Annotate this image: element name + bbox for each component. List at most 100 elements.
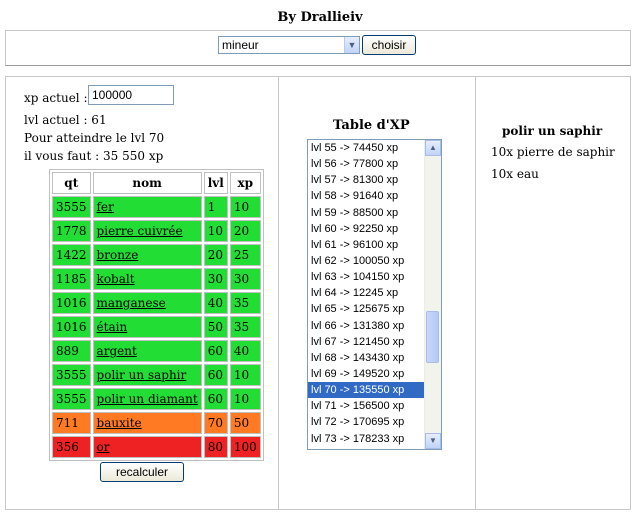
list-item[interactable]: lvl 61 -> 96100 xp: [308, 237, 441, 253]
list-scrollbar[interactable]: ▲ ▼: [424, 140, 441, 449]
cell-lvl: 60: [203, 340, 228, 362]
chevron-down-icon[interactable]: ▼: [344, 37, 359, 53]
cell-lvl: 60: [203, 364, 228, 386]
cell-lvl: 10: [203, 220, 228, 242]
ore-link[interactable]: étain: [97, 320, 128, 334]
list-item[interactable]: lvl 73 -> 178233 xp: [308, 431, 441, 447]
ore-link[interactable]: kobalt: [97, 272, 135, 286]
scroll-up-arrow-icon[interactable]: ▲: [425, 140, 441, 156]
recipe-ingredient: 10x eau: [491, 167, 539, 181]
cell-lvl: 20: [203, 244, 228, 266]
cell-lvl: 1: [203, 196, 228, 218]
ore-link[interactable]: bronze: [97, 248, 139, 262]
column-header-lvl: lvl: [203, 172, 228, 194]
page-title: By Drallieiv: [277, 10, 363, 25]
choisir-button[interactable]: choisir: [362, 35, 416, 55]
column-divider: [278, 77, 279, 509]
ore-link[interactable]: or: [97, 440, 110, 454]
cell-xp: 25: [229, 244, 261, 266]
list-item[interactable]: lvl 58 -> 91640 xp: [308, 188, 441, 204]
table-row: 3555 polir un saphir 60 10: [52, 364, 261, 386]
target-level-text: Pour atteindre le lvl 70: [24, 131, 165, 145]
list-item[interactable]: lvl 59 -> 88500 xp: [308, 205, 441, 221]
xp-table-title: Table d'XP: [333, 118, 410, 133]
list-item[interactable]: lvl 55 -> 74450 xp: [308, 140, 441, 156]
recipe-ingredient: 10x pierre de saphir: [491, 145, 615, 159]
cell-xp: 30: [229, 268, 261, 290]
column-header-nom: nom: [92, 172, 202, 194]
ore-link[interactable]: argent: [97, 344, 137, 358]
ore-link[interactable]: bauxite: [97, 416, 142, 430]
cell-nom[interactable]: polir un diamant: [92, 388, 202, 410]
table-row: 3555 polir un diamant 60 10: [52, 388, 261, 410]
list-item[interactable]: lvl 71 -> 156500 xp: [308, 398, 441, 414]
cell-qt: 1422: [52, 244, 91, 266]
cell-lvl: 70: [203, 412, 228, 434]
cell-xp: 10: [229, 196, 261, 218]
cell-xp: 20: [229, 220, 261, 242]
ore-link[interactable]: pierre cuivrée: [97, 224, 183, 238]
list-item[interactable]: lvl 56 -> 77800 xp: [308, 156, 441, 172]
cell-qt: 1185: [52, 268, 91, 290]
column-header-xp: xp: [229, 172, 261, 194]
list-item[interactable]: lvl 74 -> 156000 xp: [308, 447, 441, 450]
cell-nom[interactable]: bronze: [92, 244, 202, 266]
cell-xp: 50: [229, 412, 261, 434]
xp-input[interactable]: [88, 85, 174, 105]
cell-qt: 711: [52, 412, 91, 434]
list-item[interactable]: lvl 72 -> 170695 xp: [308, 414, 441, 430]
cell-nom[interactable]: or: [92, 436, 202, 458]
cell-qt: 889: [52, 340, 91, 362]
cell-nom[interactable]: kobalt: [92, 268, 202, 290]
cell-lvl: 60: [203, 388, 228, 410]
job-select[interactable]: mineur ▼: [218, 36, 360, 54]
table-row: 1016 manganese 40 35: [52, 292, 261, 314]
ore-link[interactable]: polir un diamant: [97, 392, 198, 406]
list-item[interactable]: lvl 63 -> 104150 xp: [308, 269, 441, 285]
cell-qt: 3555: [52, 388, 91, 410]
cell-qt: 356: [52, 436, 91, 458]
xp-needed-text: il vous faut : 35 550 xp: [24, 149, 164, 163]
cell-nom[interactable]: argent: [92, 340, 202, 362]
recipe-title: polir un saphir: [502, 124, 603, 138]
cell-nom[interactable]: pierre cuivrée: [92, 220, 202, 242]
table-row: 711 bauxite 70 50: [52, 412, 261, 434]
list-item[interactable]: lvl 66 -> 131380 xp: [308, 318, 441, 334]
table-row: 889 argent 60 40: [52, 340, 261, 362]
cell-nom[interactable]: polir un saphir: [92, 364, 202, 386]
ore-link[interactable]: fer: [97, 200, 114, 214]
recalculer-button[interactable]: recalculer: [100, 462, 184, 482]
table-row: 1185 kobalt 30 30: [52, 268, 261, 290]
xp-level-list[interactable]: lvl 55 -> 74450 xp lvl 56 -> 77800 xp lvl …: [307, 139, 442, 450]
list-item[interactable]: lvl 57 -> 81300 xp: [308, 172, 441, 188]
table-row: 1422 bronze 20 25: [52, 244, 261, 266]
list-item[interactable]: lvl 68 -> 143430 xp: [308, 350, 441, 366]
cell-nom[interactable]: bauxite: [92, 412, 202, 434]
table-row: 3555 fer 1 10: [52, 196, 261, 218]
column-divider: [475, 77, 476, 509]
column-header-qt: qt: [52, 172, 91, 194]
cell-nom[interactable]: manganese: [92, 292, 202, 314]
cell-qt: 1016: [52, 292, 91, 314]
list-item[interactable]: lvl 64 -> 12245 xp: [308, 285, 441, 301]
scroll-down-arrow-icon[interactable]: ▼: [425, 433, 441, 449]
cell-qt: 3555: [52, 196, 91, 218]
list-item[interactable]: lvl 60 -> 92250 xp: [308, 221, 441, 237]
list-item[interactable]: lvl 67 -> 121450 xp: [308, 334, 441, 350]
list-item[interactable]: lvl 62 -> 100050 xp: [308, 253, 441, 269]
list-item[interactable]: lvl 69 -> 149520 xp: [308, 366, 441, 382]
current-level-text: lvl actuel : 61: [24, 113, 107, 127]
ore-link[interactable]: manganese: [97, 296, 166, 310]
list-item[interactable]: lvl 65 -> 125675 xp: [308, 301, 441, 317]
list-item[interactable]: lvl 70 -> 135550 xp: [308, 382, 441, 399]
job-select-value: mineur: [222, 38, 259, 52]
cell-xp: 10: [229, 364, 261, 386]
cell-nom[interactable]: étain: [92, 316, 202, 338]
cell-qt: 1778: [52, 220, 91, 242]
xp-label: xp actuel :: [24, 91, 88, 105]
table-row: 1778 pierre cuivrée 10 20: [52, 220, 261, 242]
ore-table: qt nom lvl xp 3555 fer 1 10 1778 pierre cuivr…: [49, 169, 264, 461]
cell-nom[interactable]: fer: [92, 196, 202, 218]
scrollbar-thumb[interactable]: [426, 311, 439, 363]
ore-link[interactable]: polir un saphir: [97, 368, 187, 382]
